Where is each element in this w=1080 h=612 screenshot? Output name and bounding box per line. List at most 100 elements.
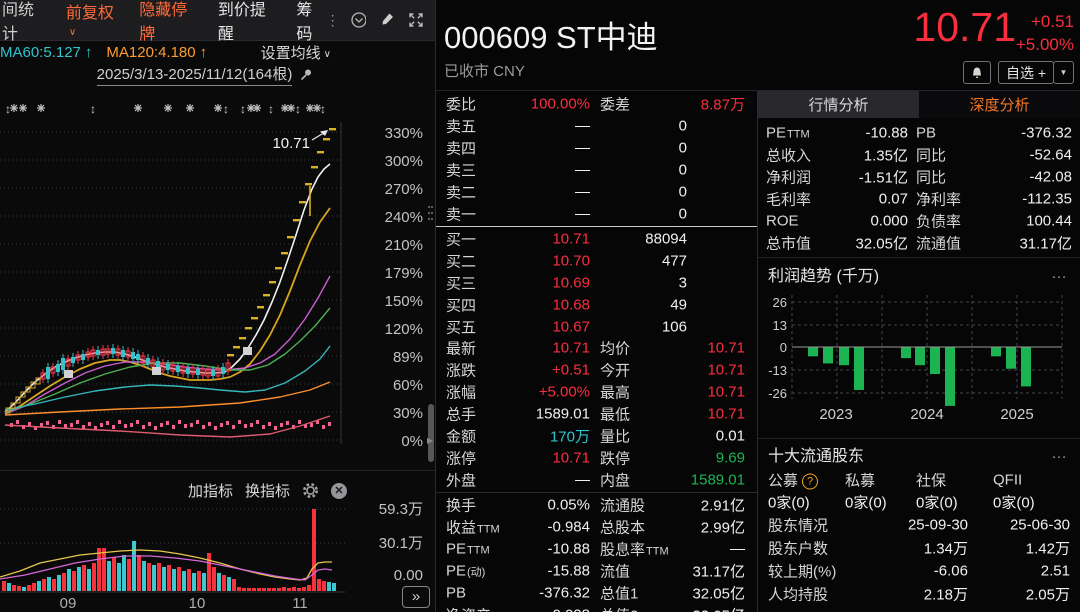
stat-value: -376.32 (539, 584, 590, 602)
holder-count: 0家(0) (768, 494, 810, 512)
switch-indicator-button[interactable]: 换指标 (245, 480, 290, 501)
ask-volume: 0 (678, 161, 687, 179)
stat-label: 跌停 (600, 450, 631, 468)
chip-distribution-item[interactable]: 筹码 (296, 0, 325, 44)
bid-price: 10.68 (552, 296, 590, 314)
draw-brush-icon[interactable] (378, 11, 394, 29)
stat-label: 最高 (600, 384, 631, 402)
alert-bell-button[interactable] (963, 61, 991, 84)
stats-row: 最新 10.71 均价 10.71 (436, 337, 757, 359)
analysis-label: 毛利率 (766, 191, 812, 209)
analysis-label: 流通值 (916, 235, 962, 253)
analysis-label: 净利率 (916, 191, 962, 209)
analysis-row: PETTM -10.88 PB -376.32 (758, 122, 1080, 144)
holders-row-value: 2.18万 (923, 586, 968, 603)
svg-text:240%: 240% (385, 209, 423, 226)
holders-row-label: 人均持股 (768, 586, 829, 603)
ask-row[interactable]: 卖一 — 0 (436, 203, 757, 225)
stat-value: 1589.01 (690, 471, 745, 489)
stat-label-suffix: TTM (477, 523, 500, 536)
ask-price: — (575, 161, 590, 179)
holder-count: 0家(0) (845, 494, 887, 512)
tab-quote-analysis[interactable]: 行情分析 (758, 91, 919, 118)
range-stat-item[interactable]: 间统计 (2, 0, 46, 44)
add-watchlist-button[interactable]: 自选 + (998, 61, 1054, 84)
analysis-label: ROE (766, 212, 799, 230)
analysis-label: 负债率 (916, 213, 962, 231)
analysis-label: 净利润 (766, 169, 812, 187)
fullscreen-expand-icon[interactable] (407, 11, 423, 29)
analysis-value: 0.000 (870, 212, 908, 230)
bid-volume: 88094 (645, 230, 687, 248)
bid-row[interactable]: 买五 10.67 106 (436, 316, 757, 338)
bid-row[interactable]: 买二 10.70 477 (436, 250, 757, 272)
bid-price: 10.67 (552, 318, 590, 336)
ask-row[interactable]: 卖五 — 0 (436, 115, 757, 137)
stock-title: 000609 ST中迪 (444, 20, 658, 55)
expand-more-button[interactable]: » (402, 586, 430, 608)
stat-value: 2.91亿 (700, 497, 745, 515)
holders-menu-icon[interactable]: … (1051, 445, 1068, 463)
price-alert-item[interactable]: 到价提醒 (218, 0, 277, 44)
svg-text:11: 11 (292, 595, 308, 612)
ma120-value: MA120:4.180 (106, 43, 196, 61)
bid-diff-label: 委差 (600, 96, 631, 114)
svg-text:↕: ↕ (320, 102, 326, 116)
ask-volume: 0 (678, 183, 687, 201)
close-icon[interactable]: ✕ (331, 482, 348, 499)
ask-volume: 0 (678, 205, 687, 223)
bid-level-label: 买三 (446, 275, 477, 293)
bid-ratio-value: 100.00% (530, 95, 590, 113)
ask-volume: 0 (678, 139, 687, 157)
kline-chart[interactable]: 330% 300% 270% 240% 210% 179% 150% 120% 89% 60% 30… (0, 86, 435, 470)
help-question-icon[interactable]: ? (802, 473, 819, 490)
svg-text:179%: 179% (385, 265, 423, 282)
stats-row: 涨跌 +0.51 今开 10.71 (436, 359, 757, 381)
bid-row[interactable]: 买一 10.71 88094 (436, 228, 757, 250)
analysis-value: -112.35 (1022, 190, 1072, 208)
order-book: 委比 100.00% 委差 8.87万 卖五 — 0 卖四 — 0 卖三 — 0 卖二 — 0 卖一 — 0 买一 10… (436, 93, 757, 338)
svg-text:59.3万: 59.3万 (379, 501, 423, 518)
pin-icon[interactable] (298, 67, 314, 83)
svg-text:09: 09 (60, 595, 77, 612)
ask-row[interactable]: 卖二 — 0 (436, 181, 757, 203)
gear-icon[interactable] (302, 482, 319, 499)
ask-row[interactable]: 卖三 — 0 (436, 159, 757, 181)
date-range-row: 2025/3/13-2025/11/12(164根) (0, 63, 423, 86)
add-indicator-button[interactable]: 加指标 (188, 480, 233, 501)
history-clock-icon[interactable] (350, 11, 367, 29)
watchlist-dropdown-button[interactable]: ▼ (1053, 61, 1074, 84)
stats-row: 换手 0.05% 流通股 2.91亿 (436, 494, 757, 516)
holders-row-value: 2.05万 (1025, 586, 1070, 603)
stat-label: 总手 (446, 406, 477, 424)
stat-label-suffix: (动) (467, 566, 486, 579)
kline-toolbar: 间统计 前复权∨ 隐藏停牌 到价提醒 筹码 ⋮ (0, 0, 435, 44)
stat-label: 股息率TTM (600, 541, 669, 559)
adjust-mode-dropdown[interactable]: 前复权∨ (66, 0, 119, 41)
volume-toolbar: 加指标 换指标 ✕ (188, 480, 348, 501)
stat-label: 流值 (600, 563, 631, 581)
profit-trend-title: 利润趋势 (千万) (768, 268, 880, 285)
bid-row[interactable]: 买四 10.68 49 (436, 294, 757, 316)
more-menu-icon[interactable]: ⋮ (326, 12, 340, 29)
ask-row[interactable]: 卖四 — 0 (436, 137, 757, 159)
svg-text:13: 13 (773, 318, 787, 333)
stat-value: 10.71 (707, 383, 745, 401)
stat-value: 10.71 (552, 339, 590, 357)
bid-row[interactable]: 买三 10.69 3 (436, 272, 757, 294)
holders-categories-row: 公募? 私募 社保 QFII (758, 469, 1080, 491)
quote-detail-panel: 委比 100.00% 委差 8.87万 卖五 — 0 卖四 — 0 卖三 — 0 卖二 — 0 卖一 — 0 买一 10… (436, 91, 758, 612)
tab-deep-analysis[interactable]: 深度分析 (919, 91, 1080, 118)
stats-divider (436, 492, 757, 493)
stats-row: 收益TTM -0.984 总股本 2.99亿 (436, 516, 757, 538)
date-range-link[interactable]: 2025/3/13-2025/11/12(164根) (96, 63, 293, 86)
stat-label: 最新 (446, 340, 477, 358)
market-status: 已收市 CNY (444, 63, 525, 80)
hide-suspension-item[interactable]: 隐藏停牌 (139, 0, 198, 44)
stats-row: PE(动) -15.88 流值 31.17亿 (436, 560, 757, 582)
svg-text:210%: 210% (385, 237, 423, 254)
profit-trend-menu-icon[interactable]: … (1051, 265, 1068, 283)
ma-settings-dropdown[interactable]: 设置均线 ∨ (261, 42, 331, 63)
stats-row: 总手 1589.01 最低 10.71 (436, 403, 757, 425)
svg-text:30%: 30% (393, 405, 423, 422)
